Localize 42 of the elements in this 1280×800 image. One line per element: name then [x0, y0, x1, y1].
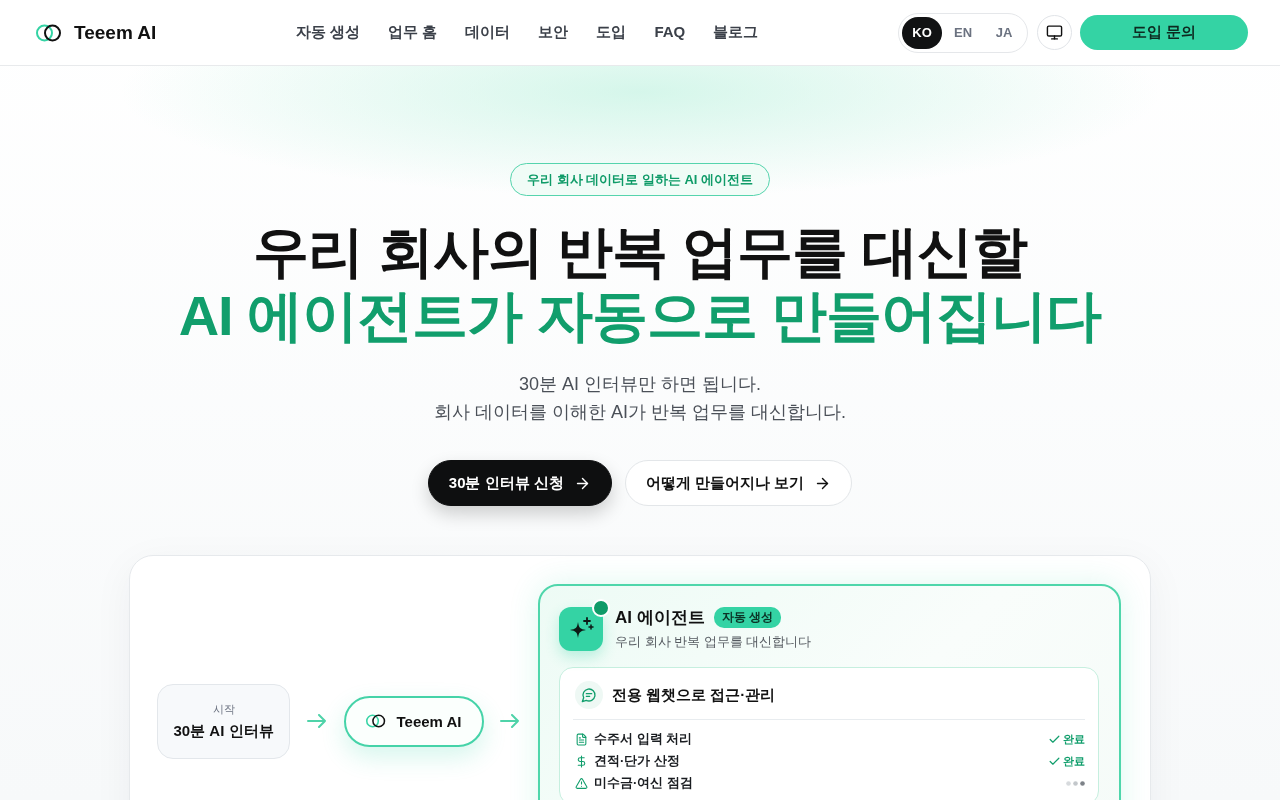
- document-icon: [575, 732, 588, 746]
- nav-link[interactable]: 데이터: [465, 23, 511, 42]
- hero-subtitle: 30분 AI 인터뷰만 하면 됩니다. 회사 데이터를 이해한 AI가 반복 업무를 대신합니다.: [434, 373, 846, 424]
- status-label: 완료: [1063, 731, 1085, 747]
- tagline-badge: 우리 회사 데이터로 일하는 AI 에이전트: [509, 163, 771, 196]
- language-tab[interactable]: JA: [984, 16, 1024, 49]
- arrow-icon: [307, 714, 327, 728]
- node-title: Teeem AI: [396, 712, 462, 730]
- task-label: 견적·단가 산정: [594, 752, 680, 770]
- nav-link[interactable]: 블로그: [713, 23, 759, 42]
- task-label: 수주서 입력 처리: [594, 730, 693, 748]
- logo-link[interactable]: Teeem AI: [36, 21, 157, 44]
- task-label: 미수금·여신 점검: [594, 774, 693, 792]
- nav-link[interactable]: 업무 홈: [388, 23, 438, 42]
- node-caption: 시작: [212, 701, 235, 717]
- language-tab[interactable]: KO: [902, 16, 942, 49]
- warning-icon: [575, 776, 588, 790]
- tag-badge: 자동 생성: [713, 607, 782, 628]
- hero-title-highlight: AI 에이전트가 자동으로 만들어집니다: [178, 284, 1102, 348]
- agent-title: AI 에이전트: [615, 607, 705, 629]
- apply-button[interactable]: 30분 인터뷰 신청: [427, 460, 612, 506]
- dollar-icon: [575, 754, 588, 768]
- chat-icon: [575, 681, 603, 709]
- nav-link[interactable]: FAQ: [654, 23, 686, 42]
- status-dot-icon: [592, 598, 610, 617]
- logo-icon: [366, 714, 387, 728]
- learn-more-button[interactable]: 어떻게 만들어지나 보기: [624, 460, 853, 506]
- nav-link[interactable]: 보안: [538, 23, 569, 42]
- monitor-icon: [1046, 24, 1063, 41]
- node-title: 30분 AI 인터뷰: [173, 721, 274, 741]
- status-label: 완료: [1063, 753, 1085, 769]
- contact-button[interactable]: 도입 문의: [1080, 15, 1248, 50]
- agent-subtitle: 우리 회사 반복 업무를 대신합니다: [615, 633, 812, 651]
- hero-title: 우리 회사의 반복 업무를 대신할: [253, 220, 1027, 284]
- nav-link[interactable]: 도입: [596, 23, 627, 42]
- language-tab[interactable]: EN: [943, 16, 983, 49]
- display-button[interactable]: [1037, 15, 1072, 50]
- nav-link[interactable]: 자동 생성: [296, 23, 361, 42]
- channel-title: 전용 웹챗으로 접근·관리: [612, 685, 776, 705]
- logo-icon: [36, 23, 62, 42]
- sparkle-icon: [559, 606, 603, 651]
- arrow-icon: [500, 714, 520, 728]
